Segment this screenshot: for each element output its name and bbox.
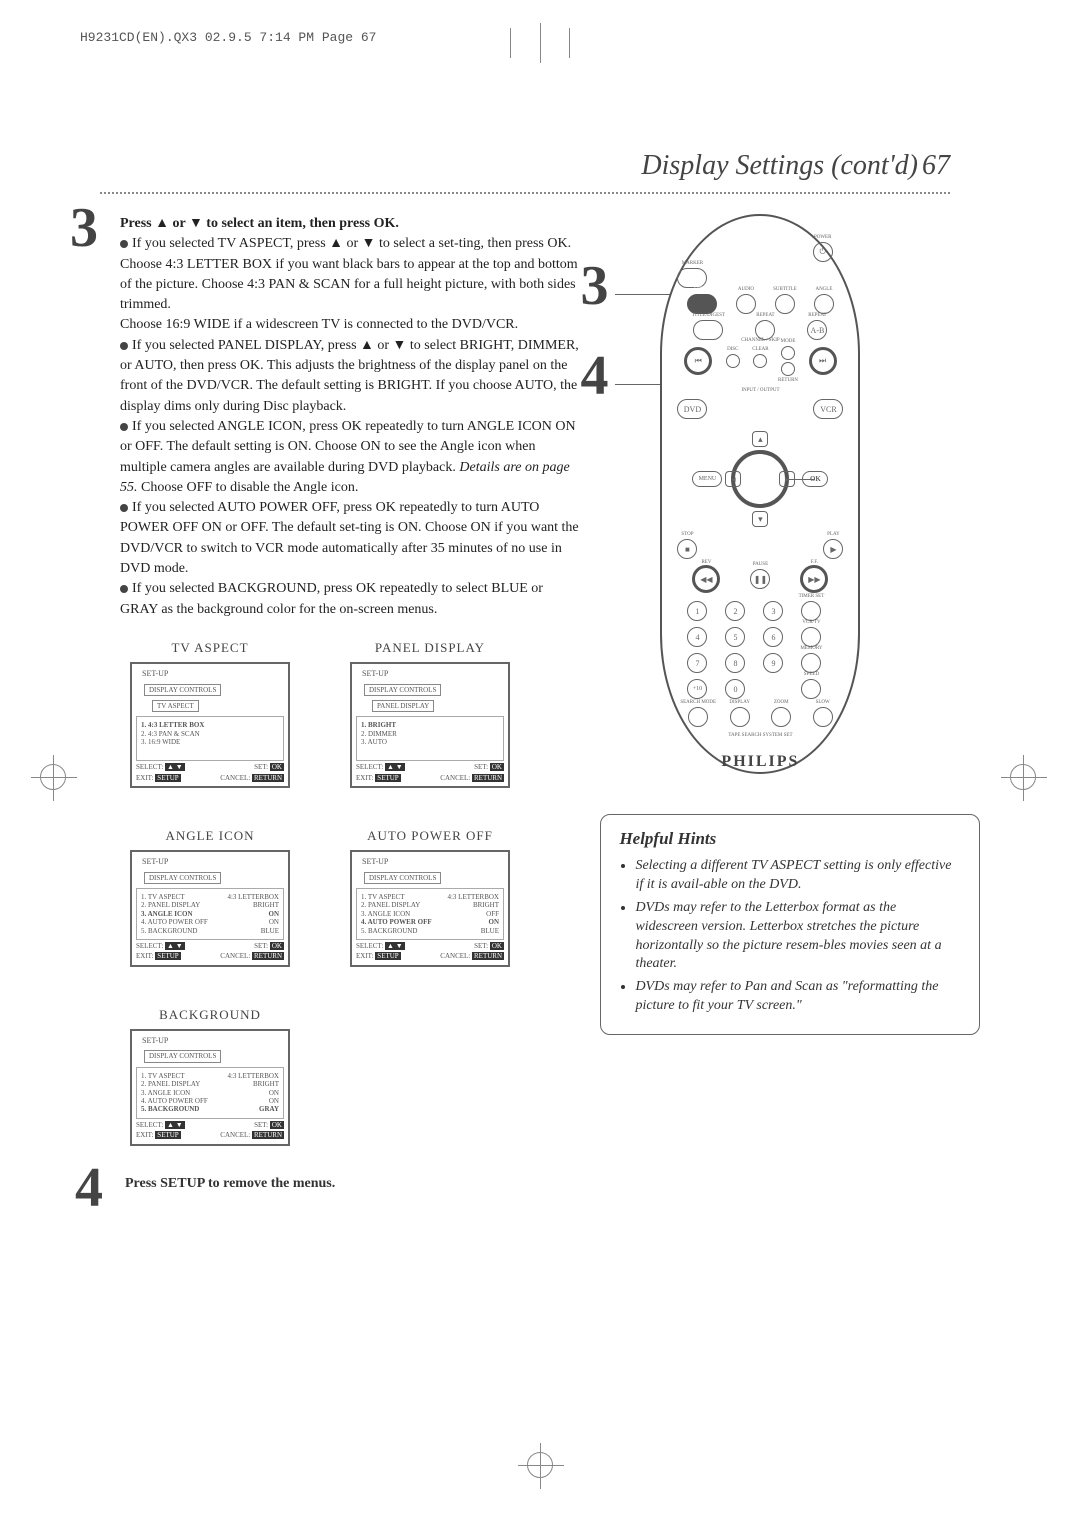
num-8[interactable]: 8 (725, 653, 745, 673)
step-number-3: 3 (70, 196, 98, 260)
brand-logo: PHILIPS (677, 753, 843, 771)
dpad-left[interactable]: ◂ (725, 471, 741, 487)
crop-mark-left (40, 764, 70, 794)
dvd-button[interactable]: DVD (677, 399, 707, 419)
mode-button[interactable]: MODE (781, 346, 795, 360)
ok-button[interactable]: OK (802, 471, 828, 487)
bullet-icon (120, 585, 128, 593)
remote-control: POWER⏻ MARKER SETUP AUDIO SUBTITLE ANGLE… (660, 214, 860, 774)
step-number-4: 4 (75, 1156, 103, 1220)
menu-panel-display: PANEL DISPLAY SET-UP DISPLAY CONTROLS PA… (350, 640, 510, 788)
skip-back-button[interactable]: ⏮ (684, 347, 712, 375)
display-button[interactable]: DISPLAY (730, 707, 750, 727)
page-number: 67 (922, 150, 950, 181)
repeat-ab-button[interactable]: REPEATA-B (807, 320, 827, 340)
title-button[interactable]: TITLE/DIGEST (693, 320, 723, 340)
timer-set-button[interactable]: TIMER SET (801, 601, 821, 621)
pause-button[interactable]: PAUSE❚❚ (750, 569, 770, 589)
zoom-button[interactable]: ZOOM (771, 707, 791, 727)
menu-tv-aspect: TV ASPECT SET-UP DISPLAY CONTROLS TV ASP… (130, 640, 290, 788)
marker-button[interactable]: MARKER (677, 268, 707, 288)
num-6[interactable]: 6 (763, 627, 783, 647)
num-5[interactable]: 5 (725, 627, 745, 647)
step3-heading: Press ▲ or ▼ to select an item, then pre… (120, 216, 399, 231)
divider (100, 192, 950, 194)
header-code: H9231CD(EN).QX3 02.9.5 7:14 PM Page 67 (80, 30, 376, 45)
repeat-button[interactable]: REPEAT (755, 320, 775, 340)
clear-button[interactable]: CLEAR (753, 354, 767, 368)
step3-text: Press ▲ or ▼ to select an item, then pre… (120, 214, 580, 620)
rev-button[interactable]: REV◀◀ (692, 565, 720, 593)
speed-button[interactable]: SPEED (801, 679, 821, 699)
search-button[interactable]: SEARCH MODE (688, 707, 708, 727)
crop-mark-bottom (527, 1452, 553, 1478)
helpful-hints-box: Helpful Hints Selecting a different TV A… (600, 814, 980, 1035)
bullet-icon (120, 504, 128, 512)
crop-mark-top (510, 28, 570, 58)
power-button[interactable]: POWER⏻ (813, 242, 833, 262)
stop-button[interactable]: STOP■ (677, 539, 697, 559)
hint-item: DVDs may refer to Pan and Scan as "refor… (635, 978, 961, 1016)
dpad-up[interactable]: ▴ (752, 431, 768, 447)
num-2[interactable]: 2 (725, 601, 745, 621)
num-9[interactable]: 9 (763, 653, 783, 673)
ff-button[interactable]: F.F.▶▶ (800, 565, 828, 593)
subtitle-button[interactable]: SUBTITLE (775, 294, 795, 314)
angle-button[interactable]: ANGLE (814, 294, 834, 314)
memory-button[interactable]: MEMORY (801, 653, 821, 673)
menu-auto-power-off: AUTO POWER OFF SET-UP DISPLAY CONTROLS 1… (350, 828, 510, 967)
menu-background: BACKGROUND SET-UP DISPLAY CONTROLS 1. TV… (130, 1007, 290, 1146)
vcr-button[interactable]: VCR (813, 399, 843, 419)
slow-button[interactable]: SLOW (813, 707, 833, 727)
dpad-down[interactable]: ▾ (752, 511, 768, 527)
num-7[interactable]: 7 (687, 653, 707, 673)
menu-button[interactable]: MENU (692, 471, 722, 487)
disc-button[interactable]: DISC (726, 354, 740, 368)
num-0[interactable]: 0 (725, 679, 745, 699)
num-1[interactable]: 1 (687, 601, 707, 621)
skip-fwd-button[interactable]: ⏭ (809, 347, 837, 375)
return-button[interactable]: RETURN (781, 362, 795, 376)
setup-button[interactable]: SETUP (687, 294, 717, 314)
bullet-icon (120, 423, 128, 431)
step4: 4 Press SETUP to remove the menus. (100, 1176, 580, 1192)
play-button[interactable]: PLAY▶ (823, 539, 843, 559)
menu-angle-icon: ANGLE ICON SET-UP DISPLAY CONTROLS 1. TV… (130, 828, 290, 967)
callout-4: 4 (580, 344, 608, 408)
bullet-icon (120, 240, 128, 248)
audio-button[interactable]: AUDIO (736, 294, 756, 314)
menu-footer: SELECT: ▲ ▼ SET: OK (136, 763, 284, 771)
num-plus10[interactable]: +10 (687, 679, 707, 699)
hint-item: Selecting a different TV ASPECT setting … (635, 857, 961, 895)
num-3[interactable]: 3 (763, 601, 783, 621)
crop-mark-right (1010, 764, 1040, 794)
bullet-icon (120, 342, 128, 350)
callout-3: 3 (580, 254, 608, 318)
num-4[interactable]: 4 (687, 627, 707, 647)
page-title: Display Settings (cont'd) (641, 150, 918, 181)
hint-item: DVDs may refer to the Letterbox format a… (635, 899, 961, 975)
hints-title: Helpful Hints (619, 829, 961, 849)
vcrtv-button[interactable]: VCR/TV (801, 627, 821, 647)
